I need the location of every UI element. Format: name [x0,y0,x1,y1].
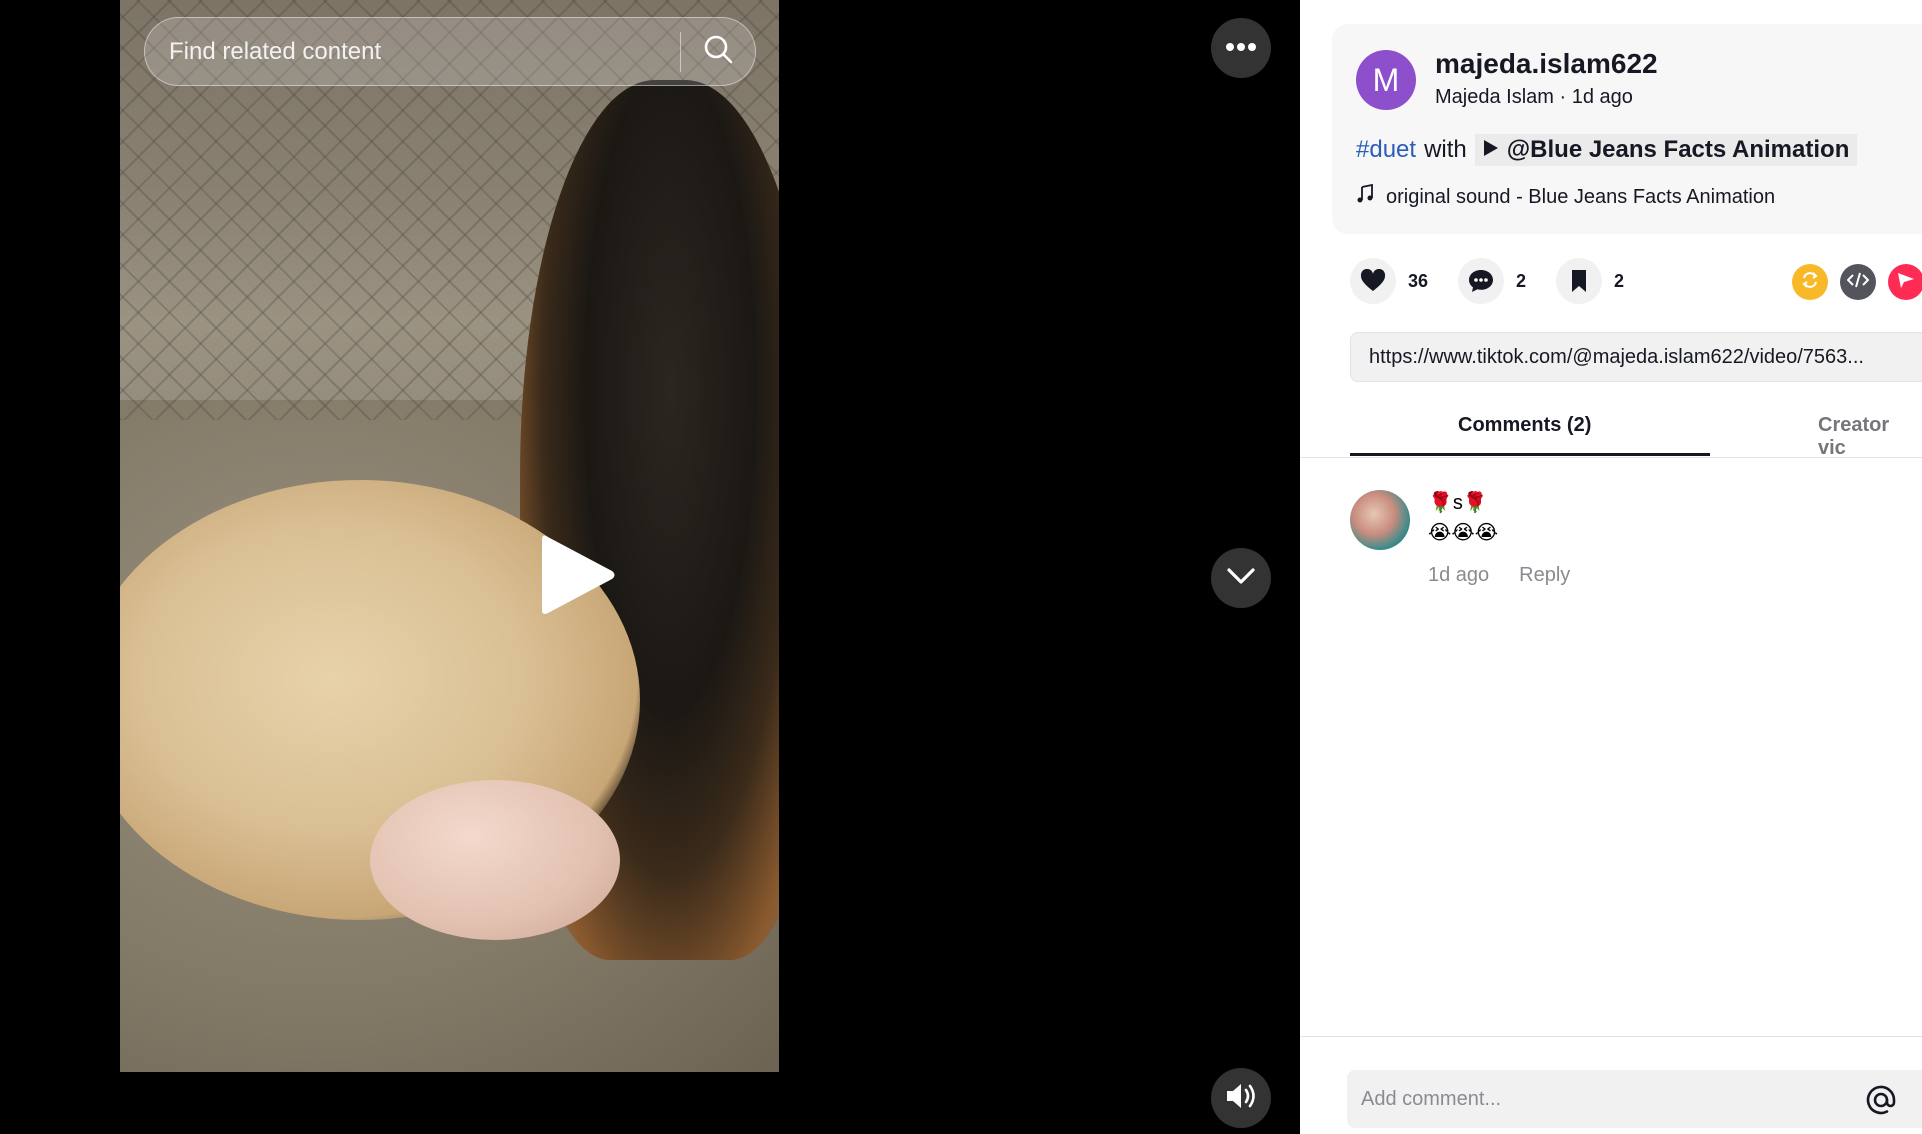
embed-button[interactable] [1840,264,1876,300]
duet-user-chip[interactable]: @Blue Jeans Facts Animation [1474,134,1858,166]
comment-count: 2 [1516,270,1527,291]
comment-button[interactable]: 2 [1458,258,1526,304]
details-panel: M majeda.islam622 Majeda Islam · 1d ago … [1300,0,1922,1134]
send-button[interactable] [1888,264,1922,300]
video-ball [370,780,620,940]
search-button[interactable] [681,18,755,85]
repost-icon [1800,270,1820,295]
comment-icon [1458,258,1505,304]
search-bar[interactable]: Find related content [144,17,756,86]
video-stage: Find related content [0,0,1300,1134]
play-icon[interactable] [538,530,618,625]
mention-icon[interactable] [1865,1084,1897,1122]
comment-input[interactable]: Add comment... [1347,1070,1922,1128]
play-small-icon [1483,136,1499,164]
comment-text: 😭😭😭 [1428,522,1499,544]
duet-user: @Blue Jeans Facts Animation [1506,136,1850,163]
reply-button[interactable]: Reply [1519,564,1570,587]
author-meta: Majeda Islam · 1d ago [1435,86,1633,109]
display-name: Majeda Islam [1435,86,1554,108]
video-player[interactable] [120,0,779,1072]
bookmark-icon [1556,258,1603,304]
chevron-down-icon [1226,567,1256,590]
comment-avatar[interactable] [1350,490,1410,550]
post-time: 1d ago [1571,86,1633,108]
like-count: 36 [1408,270,1429,291]
sound-link[interactable]: original sound - Blue Jeans Facts Animat… [1356,183,1776,210]
search-icon [702,33,734,70]
comment-time: 1d ago [1428,564,1490,586]
next-video-button[interactable] [1211,548,1271,608]
comment-input-placeholder: Add comment... [1361,1087,1502,1110]
post-info-card: M majeda.islam622 Majeda Islam · 1d ago … [1332,24,1922,234]
with-text: with [1424,136,1467,163]
search-input[interactable]: Find related content [145,38,680,66]
tab-comments[interactable]: Comments (2) [1458,414,1591,437]
hashtag-link[interactable]: #duet [1356,136,1416,164]
volume-icon [1224,1081,1258,1116]
sound-title: original sound - Blue Jeans Facts Animat… [1386,185,1776,208]
repost-button[interactable] [1792,264,1828,300]
composer-divider [1300,1036,1922,1037]
more-options-button[interactable] [1211,18,1271,78]
comment-username[interactable]: 🌹s🌹 [1428,490,1488,515]
post-description: #duet with @Blue Jeans Facts Animation [1356,134,1858,166]
heart-icon [1350,258,1396,304]
send-icon [1896,270,1916,295]
save-button[interactable]: 2 [1556,258,1624,304]
tab-creator-videos[interactable]: Creator vic [1818,414,1922,460]
code-icon [1846,272,1870,293]
panel-tabs: Comments (2) Creator vic [1300,408,1922,460]
volume-button[interactable] [1211,1068,1271,1128]
engagement-bar: 36 2 2 [1350,258,1654,304]
username[interactable]: majeda.islam622 [1435,48,1658,80]
avatar[interactable]: M [1356,50,1416,110]
save-count: 2 [1614,270,1625,291]
like-button[interactable]: 36 [1350,258,1428,304]
active-tab-indicator [1350,453,1710,456]
music-note-icon [1356,183,1374,210]
more-icon [1225,39,1257,57]
meta-separator: · [1553,86,1572,108]
comment-meta: 1d ago Reply [1428,564,1570,587]
video-link-field[interactable]: https://www.tiktok.com/@majeda.islam622/… [1350,332,1922,382]
